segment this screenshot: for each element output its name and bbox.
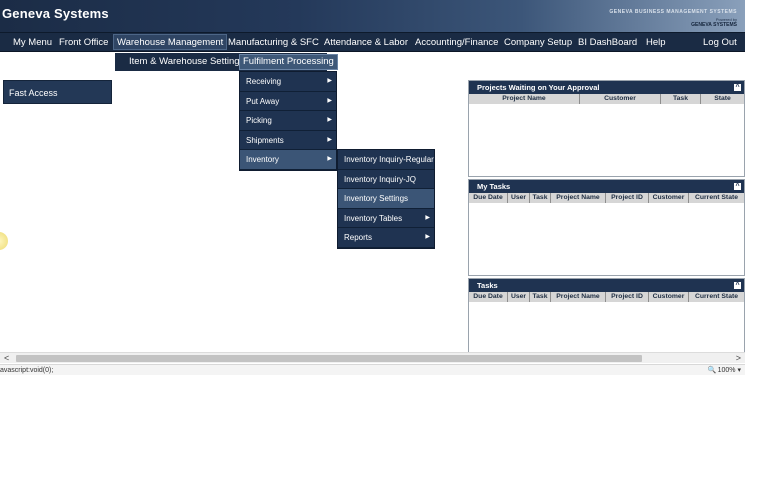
fast-access-panel[interactable]: Fast Access (3, 80, 112, 104)
status-bar: avascript:void(0); 🔍100% ▾ (0, 364, 745, 375)
column-header[interactable]: Customer (580, 94, 661, 104)
table-header: Due Date User Task Project Name Project … (469, 193, 744, 203)
column-header[interactable]: Project Name (469, 94, 580, 104)
panel-title: Tasks (477, 281, 498, 290)
menu-accounting-finance[interactable]: Accounting/Finance (412, 33, 501, 52)
column-header[interactable]: Customer (649, 292, 689, 302)
column-header[interactable]: Project Name (551, 193, 606, 203)
column-header[interactable]: Project ID (606, 193, 649, 203)
menu-my-menu[interactable]: My Menu (10, 33, 55, 52)
column-header[interactable]: Project ID (606, 292, 649, 302)
tasks-panel-header: Tasks ^ (469, 279, 744, 292)
chevron-right-icon: ▶ (425, 214, 430, 221)
dropdown-item-label: Reports (344, 233, 373, 242)
dropdown-item-label: Picking (246, 116, 272, 125)
dropdown-item-label: Inventory Tables (344, 213, 403, 223)
zoom-level: 100% (717, 367, 736, 374)
scroll-right-icon[interactable]: > (736, 353, 741, 363)
column-header[interactable]: Due Date (469, 292, 508, 302)
brand-line-3: GENEVA SYSTEMS (691, 22, 737, 28)
column-header[interactable]: User (508, 292, 530, 302)
column-header[interactable]: Current State (689, 292, 744, 302)
column-header[interactable]: Due Date (469, 193, 508, 203)
column-header[interactable]: User (508, 193, 530, 203)
dropdown-item-receiving[interactable]: Receiving ▶ (240, 72, 336, 92)
brand-line-1: GENEVA BUSINESS MANAGEMENT SYSTEMS (609, 9, 737, 15)
chevron-right-icon: ▶ (327, 156, 332, 162)
dropdown-item-inventory-tables[interactable]: Inventory Tables ▶ (338, 209, 434, 228)
column-header[interactable]: Current State (689, 193, 744, 203)
table-header: Project Name Customer Task State (469, 94, 744, 104)
menu-bi-dashboard[interactable]: BI DashBoard (575, 33, 640, 52)
dropdown-item-inventory[interactable]: Inventory ▶ (240, 150, 336, 170)
approval-panel-header: Projects Waiting on Your Approval ^ (469, 81, 744, 94)
scrollbar-thumb[interactable] (16, 355, 642, 362)
title-bar: Geneva Systems GENEVA BUSINESS MANAGEMEN… (0, 0, 745, 33)
zoom-control[interactable]: 🔍100% ▾ (708, 365, 741, 376)
menu-warehouse-management[interactable]: Warehouse Management (113, 34, 228, 50)
dropdown-item-label: Inventory (246, 155, 279, 164)
dropdown-item-label: Shipments (246, 135, 284, 145)
approval-panel: Projects Waiting on Your Approval ^ Proj… (468, 80, 745, 177)
dropdown-item-label: Inventory Settings (344, 194, 409, 203)
chevron-right-icon: ▶ (425, 234, 430, 240)
logout-link[interactable]: Log Out (700, 33, 740, 52)
my-tasks-panel-header: My Tasks ^ (469, 180, 744, 193)
collapse-icon[interactable]: ^ (733, 83, 742, 92)
menu-manufacturing-sfc[interactable]: Manufacturing & SFC (225, 33, 322, 52)
dropdown-item-label: Inventory Inquiry-JQ (344, 174, 417, 184)
zoom-icon: 🔍 (707, 367, 717, 374)
column-header[interactable]: Project Name (551, 292, 606, 302)
table-header: Due Date User Task Project Name Project … (469, 292, 744, 302)
main-menu-bar: My Menu Front Office Warehouse Managemen… (0, 33, 745, 52)
collapse-icon[interactable]: ^ (733, 281, 742, 290)
my-tasks-panel: My Tasks ^ Due Date User Task Project Na… (468, 179, 745, 276)
status-text: avascript:void(0); (0, 367, 54, 374)
inventory-dropdown: Inventory Inquiry-Regular Inventory Inqu… (337, 149, 435, 249)
dropdown-item-inventory-inquiry-regular[interactable]: Inventory Inquiry-Regular (338, 150, 434, 170)
chevron-right-icon: ▶ (327, 97, 332, 104)
chevron-right-icon: ▶ (327, 136, 332, 143)
brand-logo: GENEVA BUSINESS MANAGEMENT SYSTEMS Power… (609, 9, 737, 28)
column-header[interactable]: Customer (649, 193, 689, 203)
panel-title: Projects Waiting on Your Approval (477, 83, 600, 92)
menu-attendance-labor[interactable]: Attendance & Labor (321, 33, 411, 52)
dropdown-item-put-away[interactable]: Put Away ▶ (240, 92, 336, 111)
chevron-right-icon: ▶ (327, 78, 332, 84)
column-header[interactable]: Task (661, 94, 701, 104)
dropdown-item-shipments[interactable]: Shipments ▶ (240, 131, 336, 150)
menu-front-office[interactable]: Front Office (56, 33, 111, 52)
dropdown-item-label: Receiving (246, 77, 282, 86)
panel-title: My Tasks (477, 182, 511, 191)
horizontal-scrollbar[interactable]: < > (0, 352, 745, 363)
column-header[interactable]: Task (530, 193, 551, 203)
chevron-down-icon[interactable]: ▾ (737, 367, 741, 374)
submenu-item-fulfilment-processing[interactable]: Fulfilment Processing (239, 54, 338, 70)
warehouse-submenu: Item & Warehouse Settings Fulfilment Pro… (115, 53, 338, 71)
tasks-panel: Tasks ^ Due Date User Task Project Name … (468, 278, 745, 353)
dropdown-item-label: Inventory Inquiry-Regular (344, 155, 434, 164)
column-header[interactable]: Task (530, 292, 551, 302)
dropdown-item-picking[interactable]: Picking ▶ (240, 111, 336, 131)
scroll-left-icon[interactable]: < (4, 353, 9, 363)
collapse-icon[interactable]: ^ (733, 182, 742, 191)
dropdown-item-label: Put Away (246, 96, 280, 106)
submenu-item-warehouse-settings[interactable]: Item & Warehouse Settings (126, 54, 247, 70)
dropdown-item-inventory-inquiry-jq[interactable]: Inventory Inquiry-JQ (338, 170, 434, 189)
dropdown-item-reports[interactable]: Reports ▶ (338, 228, 434, 248)
column-header[interactable]: State (701, 94, 744, 104)
menu-help[interactable]: Help (643, 33, 669, 52)
menu-company-setup[interactable]: Company Setup (501, 33, 575, 52)
fulfilment-dropdown: Receiving ▶ Put Away ▶ Picking ▶ Shipmen… (239, 71, 337, 171)
chevron-right-icon: ▶ (327, 117, 332, 123)
cursor-highlight (0, 232, 8, 250)
dropdown-item-inventory-settings[interactable]: Inventory Settings (338, 189, 434, 209)
app-title: Geneva Systems (2, 6, 109, 21)
